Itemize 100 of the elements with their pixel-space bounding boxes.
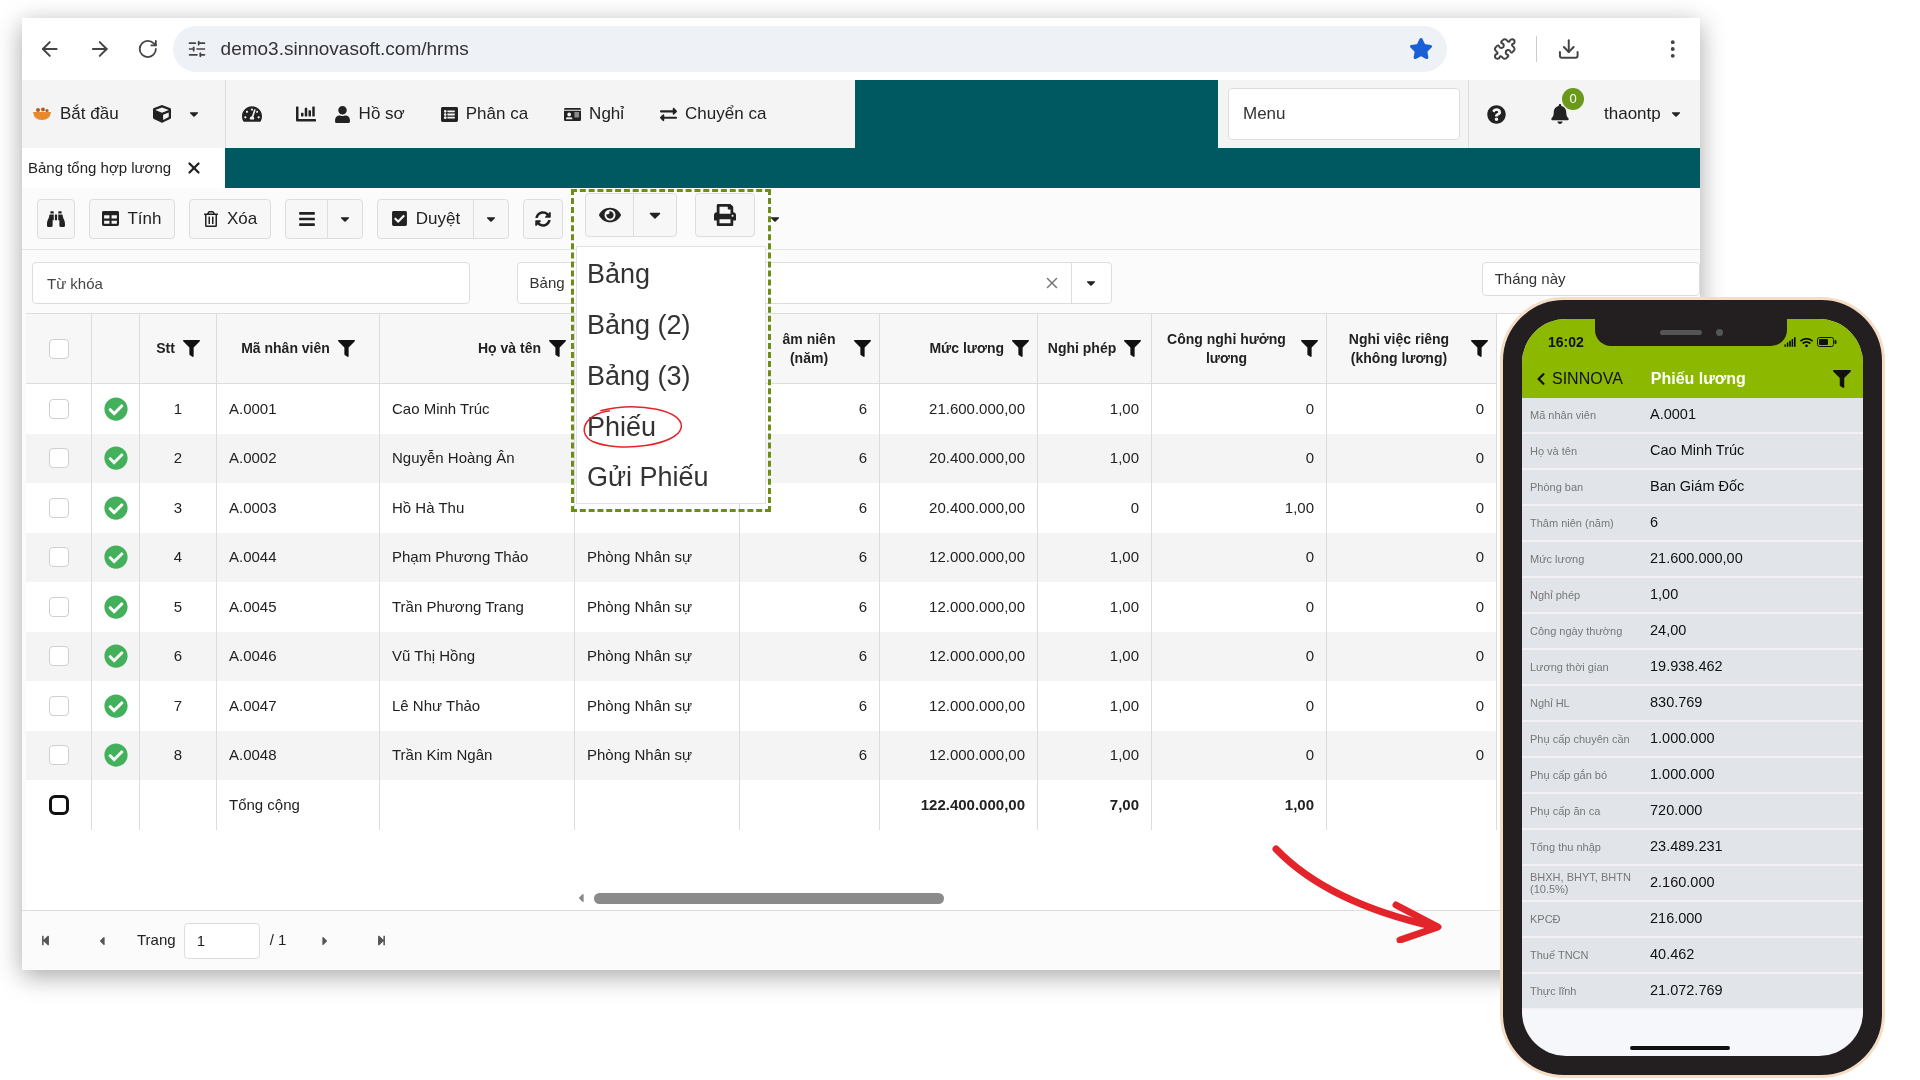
url-text: demo3.sinnovasoft.com/hrms [220,36,470,61]
nav-item[interactable]: Bắt đầu [22,80,129,148]
search-button[interactable] [37,198,75,239]
table-cell-text: 6 [858,745,867,765]
column-header: Mức lương [929,339,1004,358]
back-button[interactable]: SINNOVA [1534,366,1623,391]
table-cell-text: 8 [173,745,183,765]
table-cell-text: A.0046 [229,646,277,666]
filter-icon[interactable] [1471,340,1488,357]
refresh-button[interactable] [523,198,563,239]
table-cell-text: 0 [1475,398,1484,419]
filter-icon[interactable] [854,340,871,357]
table-cell-text: Trần Kim Ngân [392,745,493,765]
table-cell-text: Nguyễn Hoàng Ân [392,448,515,468]
table-cell-text: 6 [858,547,867,567]
user-icon [333,105,351,123]
print-button[interactable] [695,192,755,237]
table-cell-text: 3 [173,497,183,518]
delete-button[interactable]: Xóa [189,198,271,239]
period-select[interactable]: Tháng này [1481,262,1700,296]
field-label: Tổng thu nhập [1530,841,1602,853]
field-label: Thực lĩnh [1530,985,1578,997]
menu-icon [297,209,316,228]
menu-search-field[interactable]: Menu [1228,88,1460,140]
table-cell-text: 122.400.000,00 [920,794,1025,815]
field-value: 21.600.000,00 [1650,549,1743,569]
table-cell-text: 0 [1130,497,1139,518]
field-label: Lương thời gian [1530,661,1610,673]
scrollbar-thumb[interactable] [594,892,944,904]
field-value: 19.938.462 [1650,657,1723,677]
table-cell-text: 0 [1475,448,1484,468]
field-value: 1.000.000 [1650,765,1715,785]
table-cell-text: 12.000.000,00 [929,596,1025,617]
table-cell-text: 12.000.000,00 [929,745,1025,765]
filter-icon[interactable] [1301,340,1318,357]
menu-item[interactable]: Bảng (3) [577,350,765,402]
table-cell-text: 6 [858,497,867,518]
table-icon [102,210,120,227]
page-field[interactable]: 1 [183,922,260,959]
bookmark-star-icon[interactable] [1408,37,1433,61]
refresh-icon [535,210,551,227]
address-bar[interactable]: demo3.sinnovasoft.com/hrms [172,26,1447,72]
table-cell-text: A.0003 [229,497,277,518]
user-menu[interactable]: thaontp [1604,101,1683,127]
table-cell-text: 7 [173,695,183,716]
table-cell-text: Lê Như Thảo [392,695,481,716]
table-row[interactable]: 4 A.0044 Phạm Phương Thảo Phòng Nhân sự 6 12.000.000,00 1,00 0 0 [26,532,1497,582]
column-header: Stt [156,339,175,358]
id-card-icon [564,105,582,123]
last-page-icon[interactable] [376,935,388,946]
field-value: 830.769 [1650,693,1703,713]
table-cell-text: 1,00 [1109,398,1139,419]
chart-icon[interactable] [295,104,316,124]
nav-item[interactable]: Chuyển ca [642,80,785,148]
table-cell-text: 1,00 [1109,596,1139,617]
wifi-icon [1800,335,1813,349]
first-page-icon[interactable] [40,935,51,946]
menu-item[interactable]: Phiếu [577,401,765,453]
extensions-icon[interactable] [1492,37,1517,61]
filter-icon[interactable] [337,340,355,357]
checkbox[interactable] [48,794,69,815]
reload-icon[interactable] [137,38,159,60]
table-cell-text: 1,00 [1109,695,1139,716]
signal-icon [1784,336,1796,348]
nav-item[interactable]: Hồ sơ [315,80,423,148]
nav-item[interactable]: Nghỉ [546,80,643,148]
filter-icon[interactable] [1833,369,1851,388]
status-time: 16:02 [1548,332,1584,352]
column-header: Nghỉ phép [1047,339,1117,358]
table-cell-text: Hồ Hà Thu [392,497,465,518]
bell-icon[interactable] [1550,104,1570,124]
table-row[interactable]: 8 A.0048 Trần Kim Ngân Phòng Nhân sự 6 12.000.000,00 1,00 0 0 [26,730,1497,780]
tab[interactable]: Bảng tổng hợp lương [22,148,225,188]
dashboard-icon[interactable] [241,104,262,124]
filter-icon[interactable] [182,340,200,357]
keyword-field[interactable]: Từ khóa [32,262,470,304]
filter-icon[interactable] [1124,340,1142,357]
download-icon[interactable] [1557,37,1581,61]
table-cell-text: 0 [1305,695,1314,716]
field-label: Thuế TNCN [1530,949,1590,961]
checkbox-icon [390,210,408,227]
help-icon[interactable] [1487,104,1506,124]
table-cell-text: 0 [1305,646,1314,666]
list-icon [440,105,458,123]
column-header: Họ và tên [478,339,541,358]
table-row[interactable]: 6 A.0046 Vũ Thị Hồng Phòng Nhân sự 6 12.000.000,00 1,00 0 0 [26,631,1497,681]
site-settings-icon[interactable] [186,39,207,59]
table-cell-text: 6 [858,596,867,617]
table-cell-text: 0 [1475,497,1484,518]
field-value: 2.160.000 [1650,873,1715,893]
field-label: KPCĐ [1530,913,1562,925]
calculate-button[interactable]: Tính [89,198,175,239]
table-cell-text: 0 [1305,398,1314,419]
filter-icon[interactable] [549,340,566,357]
cube-icon[interactable] [152,105,171,123]
field-label: Nghỉ phép [1530,589,1582,601]
filter-icon[interactable] [1012,340,1029,357]
nav-item[interactable]: Phân ca [422,80,547,148]
table-cell-text: 12.000.000,00 [929,695,1025,716]
table-cell-text: Vũ Thị Hồng [392,646,476,666]
